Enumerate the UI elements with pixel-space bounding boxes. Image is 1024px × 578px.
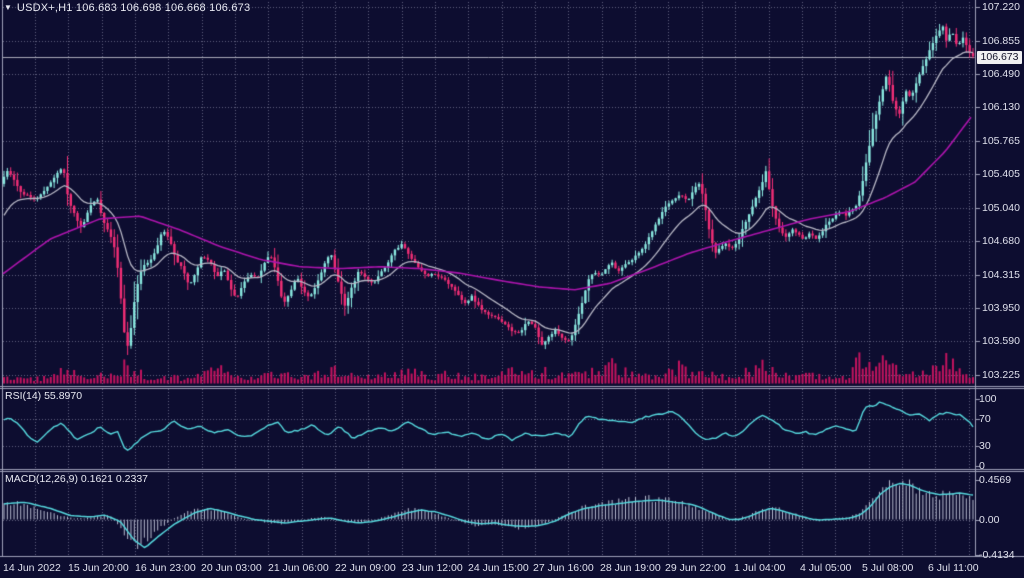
time-axis-label: 22 Jun 09:00 xyxy=(335,562,396,574)
time-axis-label: 29 Jun 22:00 xyxy=(665,562,726,574)
macd-axis-label: 0.4569 xyxy=(979,474,1011,486)
price-axis-label: 105.765 xyxy=(982,135,1020,147)
time-axis-label: 15 Jun 20:00 xyxy=(68,562,129,574)
time-axis-label: 21 Jun 06:00 xyxy=(268,562,329,574)
time-axis-label: 23 Jun 12:00 xyxy=(402,562,463,574)
price-axis-label: 105.040 xyxy=(982,202,1020,214)
rsi-axis-label: 0 xyxy=(979,460,985,472)
rsi-indicator-label: RSI(14) 55.8970 xyxy=(5,390,82,402)
time-axis-label: 20 Jun 03:00 xyxy=(201,562,262,574)
price-axis-label: 106.490 xyxy=(982,68,1020,80)
time-axis-label: 16 Jun 23:00 xyxy=(135,562,196,574)
time-axis-label: 4 Jul 05:00 xyxy=(800,562,851,574)
rsi-axis-label: 30 xyxy=(979,440,991,452)
chart-overlay: ▼ USDX+,H1 106.683 106.698 106.668 106.6… xyxy=(0,0,1024,578)
time-axis-label: 24 Jun 15:00 xyxy=(468,562,529,574)
time-axis-label: 27 Jun 16:00 xyxy=(533,562,594,574)
time-axis-label: 1 Jul 04:00 xyxy=(734,562,785,574)
macd-axis-label: -0.4134 xyxy=(979,549,1015,561)
rsi-axis-label: 70 xyxy=(979,413,991,425)
macd-indicator-label: MACD(12,26,9) 0.1621 0.2337 xyxy=(5,473,148,485)
price-axis-label: 107.220 xyxy=(982,1,1020,13)
chart-title-text: USDX+,H1 106.683 106.698 106.668 106.673 xyxy=(17,2,250,14)
chart-title: ▼ USDX+,H1 106.683 106.698 106.668 106.6… xyxy=(4,1,250,14)
price-axis-label: 103.225 xyxy=(982,369,1020,381)
price-axis-label: 105.405 xyxy=(982,168,1020,180)
mt4-chart-window: ▼ USDX+,H1 106.683 106.698 106.668 106.6… xyxy=(0,0,1024,578)
current-price-tag: 106.673 xyxy=(977,51,1022,64)
time-axis-label: 5 Jul 08:00 xyxy=(862,562,913,574)
symbol-dropdown-icon[interactable]: ▼ xyxy=(4,2,12,14)
price-axis-label: 106.130 xyxy=(982,101,1020,113)
time-axis-label: 6 Jul 11:00 xyxy=(928,562,979,574)
macd-axis-label: 0.00 xyxy=(979,514,999,526)
price-axis-label: 104.680 xyxy=(982,235,1020,247)
time-axis-label: 28 Jun 19:00 xyxy=(600,562,661,574)
price-axis-label: 103.590 xyxy=(982,335,1020,347)
price-axis-label: 106.855 xyxy=(982,35,1020,47)
rsi-axis-label: 100 xyxy=(979,393,997,405)
price-axis-label: 103.950 xyxy=(982,302,1020,314)
price-axis-label: 104.315 xyxy=(982,269,1020,281)
time-axis-label: 14 Jun 2022 xyxy=(3,562,61,574)
